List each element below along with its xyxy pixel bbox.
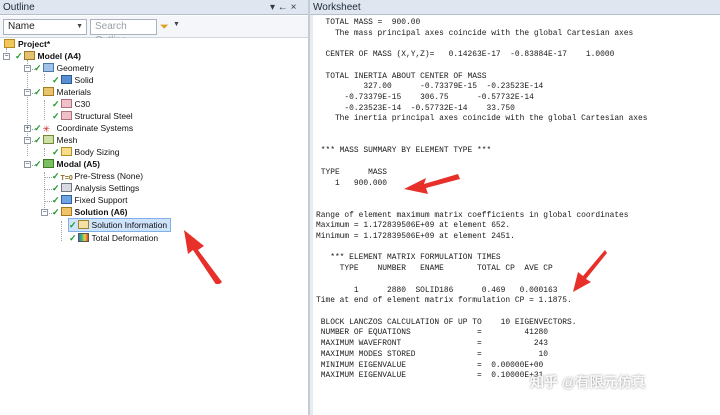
deformation-result-icon [77,233,89,242]
tree-item-structural-steel[interactable]: ✓ Structural Steel [52,110,133,122]
collapse-toggle[interactable]: − [24,161,31,168]
sizing-icon [60,147,72,156]
watermark-text: 知乎 @有限元仿真 [530,374,646,390]
worksheet-title: Worksheet [313,2,361,13]
outline-toolbar: Name ▼ Search Outline ⏷ ▼ [0,16,308,46]
collapse-toggle[interactable]: − [24,65,31,72]
tree-item-analysis-settings[interactable]: ✓ Analysis Settings [52,182,139,194]
chevron-down-icon[interactable]: ▼ [173,21,180,28]
check-icon: ✓ [34,123,42,133]
check-icon: ✓ [52,111,60,121]
tree-item-c30[interactable]: ✓ C30 [52,98,90,110]
check-icon: ✓ [52,183,60,193]
outline-title: Outline [3,2,35,13]
tree-item-solid[interactable]: ✓ Solid [52,74,93,86]
check-icon: ✓ [15,51,23,61]
collapse-toggle[interactable]: − [3,53,10,60]
outline-tree: Project* − ✓ Model (A4) − ✓ Geometry ✓ Soli… [0,38,308,415]
project-icon [4,39,15,48]
solution-icon [60,207,72,216]
collapse-toggle[interactable]: − [24,137,31,144]
tree-item-coordinate-systems[interactable]: ✓✳ Coordinate Systems [34,122,133,134]
solution-output-text: TOTAL MASS = 900.00 The mass principal a… [316,18,648,381]
check-icon: ✓ [34,63,42,73]
coordinate-axes-icon: ✳ [42,124,51,134]
fixed-support-icon [60,195,72,204]
outline-title-bar: Outline [0,0,308,15]
name-filter-label: Name [8,21,35,32]
chevron-down-icon: ▼ [76,23,83,30]
materials-icon [42,87,54,96]
collapse-toggle[interactable]: − [24,89,31,96]
material-icon [60,99,72,108]
tree-item-body-sizing[interactable]: ✓ Body Sizing [52,146,119,158]
check-icon: ✓ [52,171,60,181]
check-icon: ✓ [34,87,42,97]
tree-item-solution[interactable]: ✓ Solution (A6) [52,206,127,218]
check-icon: ✓ [69,220,77,230]
pane-controls[interactable]: ▾ ← × [270,0,296,15]
check-icon: ✓ [52,207,60,217]
check-icon: ✓ [52,195,60,205]
tree-item-modal[interactable]: ✓ Modal (A5) [34,158,100,170]
worksheet-title-bar: Worksheet [310,0,720,15]
modal-analysis-icon [42,159,54,168]
worksheet-scrollbar[interactable] [310,15,313,415]
check-icon: ✓ [34,159,42,169]
check-icon: ✓ [52,99,60,109]
model-icon [23,51,35,60]
mesh-icon [42,135,54,144]
geometry-icon [42,63,54,72]
check-icon: ✓ [69,233,77,243]
check-icon: ✓ [34,135,42,145]
solid-body-icon [60,75,72,84]
tree-item-pre-stress[interactable]: ✓T=0 Pre-Stress (None) [52,170,143,182]
analysis-settings-icon [60,183,72,192]
tree-item-total-deformation[interactable]: ✓ Total Deformation [69,232,158,244]
expand-toggle[interactable]: + [24,125,31,132]
tree-item-project[interactable]: Project* [4,38,50,50]
tree-item-fixed-support[interactable]: ✓ Fixed Support [52,194,127,206]
worksheet-panel[interactable]: TOTAL MASS = 900.00 The mass principal a… [310,15,720,415]
material-icon [60,111,72,120]
name-filter-dropdown[interactable]: Name ▼ [3,19,87,35]
check-icon: ✓ [52,75,60,85]
tree-item-solution-information[interactable]: ✓ Solution Information [67,218,172,232]
tree-item-materials[interactable]: ✓ Materials [34,86,91,98]
filter-icon[interactable]: ⏷ [160,20,169,34]
solution-information-icon [77,220,89,229]
tree-item-mesh[interactable]: ✓ Mesh [34,134,77,146]
search-outline-input[interactable]: Search Outline [90,19,157,46]
check-icon: ✓ [52,147,60,157]
tree-item-geometry[interactable]: ✓ Geometry [34,62,94,74]
collapse-toggle[interactable]: − [41,209,48,216]
tree-item-model[interactable]: ✓ Model (A4) [15,50,81,62]
